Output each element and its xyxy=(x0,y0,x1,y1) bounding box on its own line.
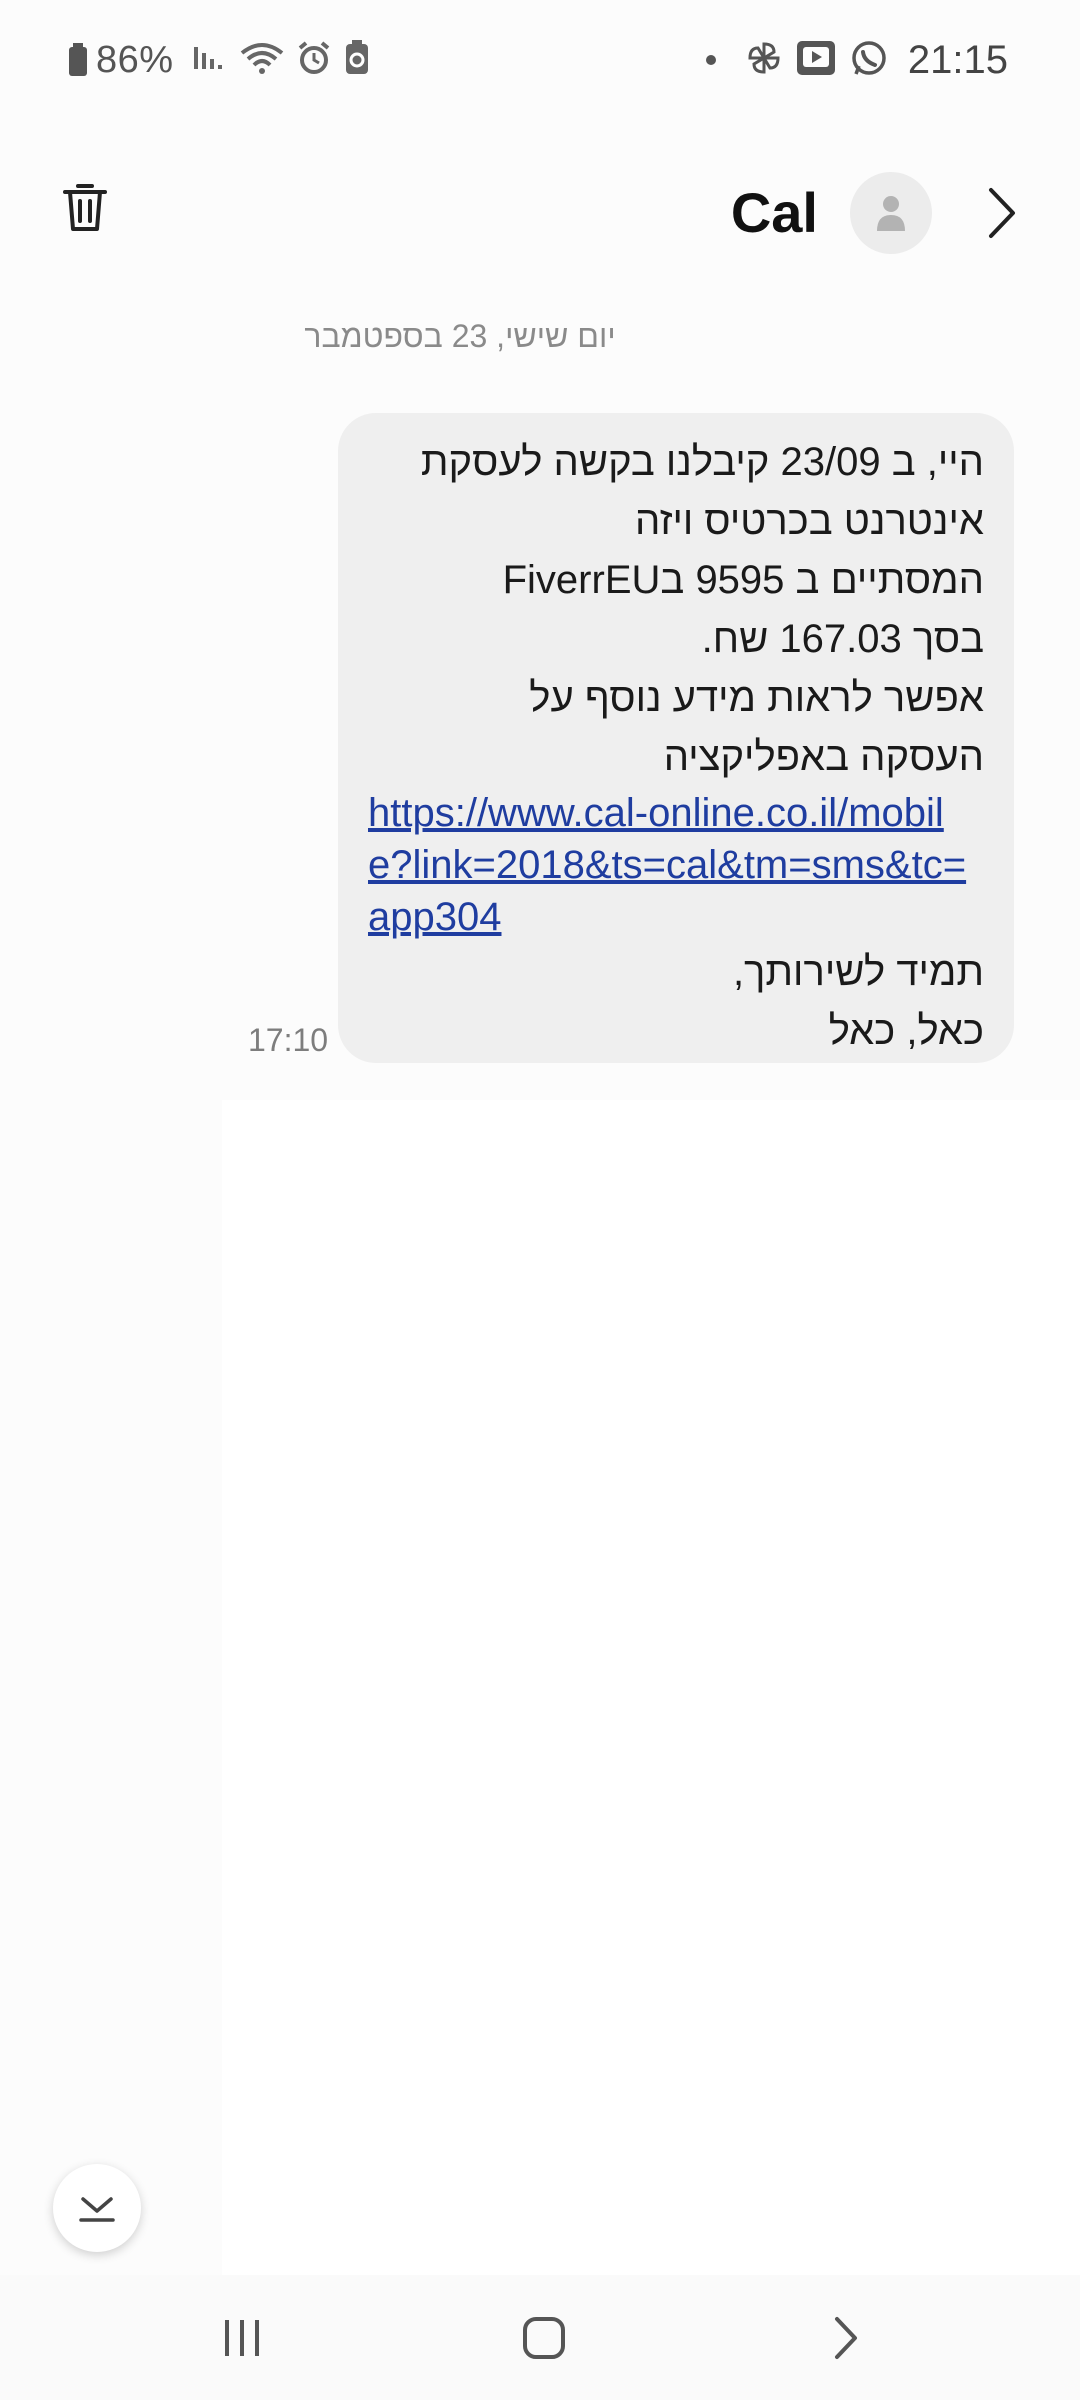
status-bar: 86% 21:15 xyxy=(0,0,1080,120)
status-left: 86% xyxy=(68,36,370,84)
message-line: תמיד לשירותך, xyxy=(732,950,984,994)
messages-screen: 86% 21:15 Cal יום שישי, 23 בספטמבר היי, … xyxy=(0,0,1080,2400)
home-icon xyxy=(523,2317,565,2359)
delete-button[interactable] xyxy=(50,172,120,242)
pinwheel-icon xyxy=(746,40,782,81)
trash-icon xyxy=(63,184,107,231)
battery-icon xyxy=(68,43,88,77)
date-separator: יום שישי, 23 בספטמבר xyxy=(0,318,1080,355)
message-line: אינטרנט בכרטיס ויזה xyxy=(635,499,984,543)
date-separator-label: יום שישי, 23 בספטמבר xyxy=(304,318,616,354)
message-timestamp: 17:10 xyxy=(248,1022,329,1058)
notification-dot-icon xyxy=(705,55,716,65)
message-link[interactable]: https://www.cal-online.co.il/mobile?link… xyxy=(368,787,984,943)
conversation-header: Cal xyxy=(0,150,1080,280)
status-right: 21:15 xyxy=(705,36,1008,84)
message-line: אפשר לראות מידע נוסף על xyxy=(529,676,984,720)
wifi-icon xyxy=(240,41,284,80)
whatsapp-icon xyxy=(850,39,888,82)
message-line: המסתיים ב 9595 בFiverrEU xyxy=(502,558,984,602)
contact-name[interactable]: Cal xyxy=(731,180,818,245)
chevron-right-icon xyxy=(989,188,1015,238)
contact-details-button[interactable] xyxy=(972,180,1032,246)
recent-apps-icon xyxy=(225,2320,259,2356)
empty-conversation-area xyxy=(222,1100,1080,2275)
message-line: בסך 167.03 שח. xyxy=(701,617,984,661)
back-button[interactable] xyxy=(806,2303,886,2373)
status-clock: 21:15 xyxy=(907,37,1008,82)
message-line: העסקה באפליקציה xyxy=(663,735,984,779)
message-line: כאל, כאל xyxy=(828,1009,984,1053)
message-bubble[interactable]: היי, ב 23/09 קיבלנו בקשה לעסקת אינטרנט ב… xyxy=(338,413,1014,1063)
person-icon xyxy=(877,196,905,231)
back-chevron-icon xyxy=(835,2317,857,2359)
battery-percentage: 86% xyxy=(96,38,174,81)
home-button[interactable] xyxy=(504,2303,584,2373)
alarm-icon xyxy=(296,40,332,81)
youtube-icon xyxy=(796,39,836,82)
battery-saver-icon xyxy=(344,39,370,81)
recent-apps-button[interactable] xyxy=(202,2303,282,2373)
scroll-down-icon xyxy=(79,2197,115,2222)
navigation-bar xyxy=(0,2275,1080,2400)
message-line: היי, ב 23/09 קיבלנו בקשה לעסקת xyxy=(420,440,984,484)
signal-icon xyxy=(192,43,228,78)
scroll-to-bottom-button[interactable] xyxy=(53,2164,141,2252)
avatar[interactable] xyxy=(850,172,932,254)
status-icons-left xyxy=(192,39,370,81)
